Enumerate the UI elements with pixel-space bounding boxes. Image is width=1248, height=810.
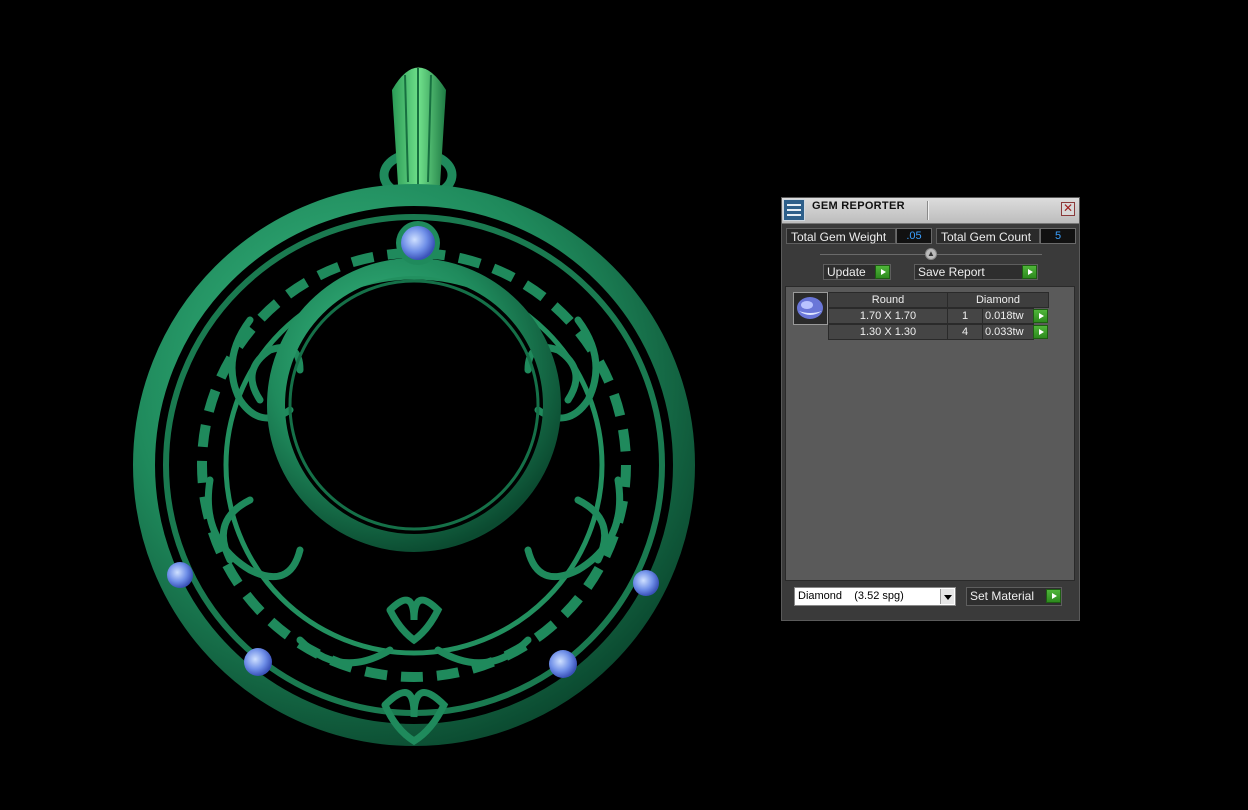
3d-viewport[interactable] [0,0,760,810]
titlebar-separator [927,201,929,220]
gem-reporter-panel: GEM REPORTER ✕ Total Gem Weight .05 Tota… [781,197,1080,621]
go-arrow-icon [1022,265,1037,279]
go-arrow-icon [875,265,890,279]
material-select-value: Diamond (3.52 spg) [798,590,904,602]
material-select[interactable]: Diamond (3.52 spg) [794,587,956,606]
total-gem-weight-value: .05 [896,228,932,244]
update-button[interactable]: Update [823,264,891,280]
go-arrow-icon[interactable] [1033,325,1048,339]
close-icon[interactable]: ✕ [1061,202,1075,216]
gem-size: 1.30 X 1.30 [828,324,948,340]
panel-titlebar[interactable]: GEM REPORTER ✕ [782,198,1079,224]
app-icon [783,199,805,221]
dropdown-arrow-icon[interactable] [940,589,954,604]
gem-list[interactable]: Round Diamond 1.70 X 1.70 1 0.018tw 1.30… [785,286,1075,581]
gem-weight: 0.033tw [982,324,1034,340]
update-button-label: Update [827,265,866,279]
pendant-render [133,67,695,746]
collapse-icon[interactable]: ▲ [925,248,937,260]
total-gem-count-value: 5 [1040,228,1076,244]
gem-thumbnail-icon[interactable] [793,292,828,325]
save-report-button[interactable]: Save Report [914,264,1038,280]
gem-size: 1.70 X 1.70 [828,308,948,324]
column-header-material: Diamond [947,292,1049,308]
gem-count: 4 [947,324,983,340]
go-arrow-icon[interactable] [1033,309,1048,323]
gem-weight: 0.018tw [982,308,1034,324]
column-header-shape: Round [828,292,948,308]
go-arrow-icon [1046,589,1061,603]
gem-count: 1 [947,308,983,324]
set-material-button[interactable]: Set Material [966,587,1062,606]
save-report-button-label: Save Report [918,265,985,279]
panel-title: GEM REPORTER [812,200,905,212]
set-material-button-label: Set Material [970,589,1035,603]
total-gem-count-label: Total Gem Count [936,228,1040,244]
total-gem-weight-label: Total Gem Weight [786,228,896,244]
